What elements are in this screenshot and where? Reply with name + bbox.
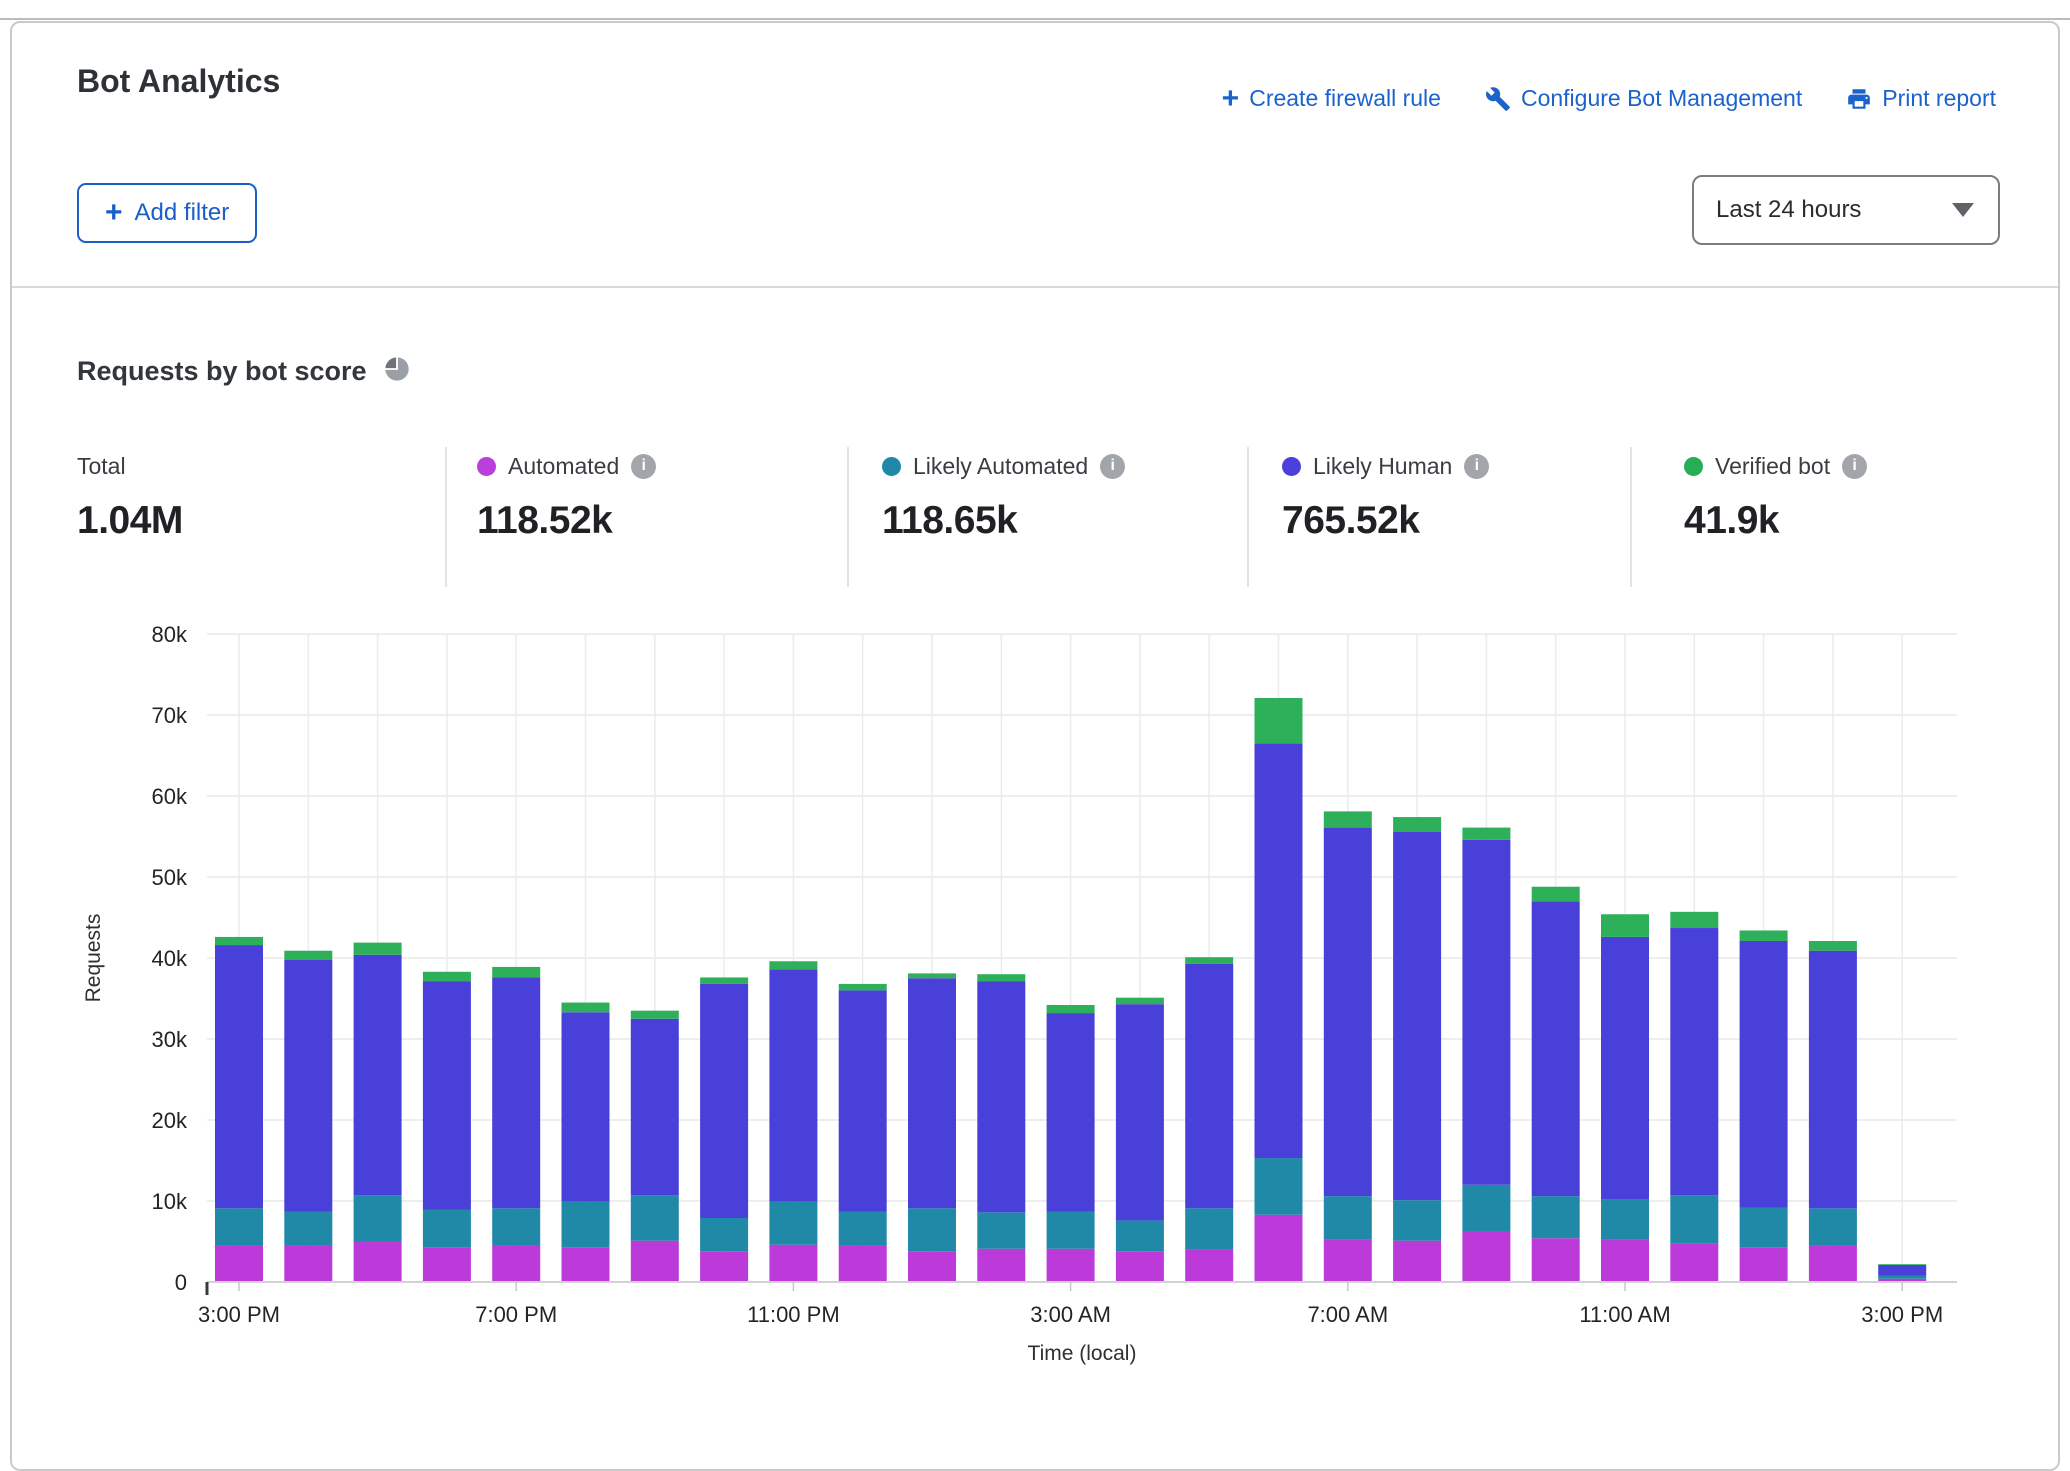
header-divider	[12, 286, 2058, 288]
bot-score-stacked-bar-chart: 0 10k 20k 30k 40k 50k 60k 70k 80k 3:00 PM 7:00 PM 1…	[62, 611, 2022, 1401]
info-icon[interactable]: i	[631, 454, 656, 479]
svg-text:40k: 40k	[152, 946, 188, 971]
plus-icon: +	[105, 202, 123, 224]
stat-divider	[847, 447, 849, 587]
info-icon[interactable]: i	[1100, 454, 1125, 479]
stat-automated-label: Automated	[508, 453, 619, 480]
requests-by-bot-score-chart: 0 10k 20k 30k 40k 50k 60k 70k 80k 3:00 PM 7:00 PM 1…	[62, 611, 2022, 1401]
svg-text:70k: 70k	[152, 703, 188, 728]
stat-divider	[1247, 447, 1249, 587]
time-range-value: Last 24 hours	[1716, 196, 1861, 224]
print-report-link[interactable]: Print report	[1846, 85, 1996, 112]
stat-total-value: 1.04M	[77, 499, 183, 543]
time-range-dropdown[interactable]: Last 24 hours	[1692, 175, 2000, 245]
stat-likely-human: Likely Human i 765.52k	[1282, 451, 1489, 543]
printer-icon	[1846, 86, 1872, 112]
svg-text:3:00 PM: 3:00 PM	[1861, 1302, 1943, 1327]
stat-verified-bot: Verified bot i 41.9k	[1684, 451, 1867, 543]
stat-likely-human-label: Likely Human	[1313, 453, 1452, 480]
stat-divider	[445, 447, 447, 587]
svg-text:11:00 PM: 11:00 PM	[747, 1302, 840, 1327]
plus-icon: +	[1222, 88, 1240, 110]
chart-title: Requests by bot score	[77, 356, 367, 387]
stat-automated: Automated i 118.52k	[477, 451, 656, 543]
svg-text:20k: 20k	[152, 1108, 188, 1133]
stat-likely-human-value: 765.52k	[1282, 499, 1489, 543]
stat-likely-automated: Likely Automated i 118.65k	[882, 451, 1125, 543]
svg-text:Requests: Requests	[82, 914, 105, 1003]
svg-text:Time (local): Time (local)	[1028, 1342, 1137, 1365]
stat-likely-automated-label: Likely Automated	[913, 453, 1088, 480]
svg-text:11:00 AM: 11:00 AM	[1579, 1302, 1670, 1327]
configure-bot-management-link[interactable]: Configure Bot Management	[1485, 85, 1802, 112]
create-firewall-rule-link[interactable]: + Create firewall rule	[1222, 85, 1441, 112]
configure-bot-management-label: Configure Bot Management	[1521, 85, 1802, 112]
info-icon[interactable]: i	[1464, 454, 1489, 479]
stat-total: Total 1.04M	[77, 451, 183, 543]
chevron-down-icon	[1952, 203, 1974, 217]
svg-text:60k: 60k	[152, 784, 188, 809]
stat-likely-automated-value: 118.65k	[882, 499, 1125, 543]
info-icon[interactable]: i	[1842, 454, 1867, 479]
section-heading: Requests by bot score	[77, 355, 411, 388]
automated-dot	[477, 457, 496, 476]
add-filter-label: Add filter	[135, 199, 230, 227]
stat-automated-value: 118.52k	[477, 499, 656, 543]
svg-text:3:00 PM: 3:00 PM	[198, 1302, 280, 1327]
wrench-icon	[1485, 86, 1511, 112]
print-report-label: Print report	[1882, 85, 1996, 112]
stat-divider	[1630, 447, 1632, 587]
svg-text:3:00 AM: 3:00 AM	[1030, 1302, 1111, 1327]
likely-automated-dot	[882, 457, 901, 476]
create-firewall-rule-label: Create firewall rule	[1249, 85, 1441, 112]
svg-text:30k: 30k	[152, 1027, 188, 1052]
svg-text:7:00 AM: 7:00 AM	[1307, 1302, 1388, 1327]
add-filter-button[interactable]: + Add filter	[77, 183, 257, 243]
bot-analytics-card: Bot Analytics + Create firewall rule Con…	[10, 21, 2060, 1471]
svg-text:0: 0	[175, 1270, 187, 1295]
svg-text:50k: 50k	[152, 865, 188, 890]
page-title: Bot Analytics	[77, 63, 280, 100]
svg-text:80k: 80k	[152, 622, 188, 647]
stat-verified-bot-value: 41.9k	[1684, 499, 1867, 543]
pie-chart-icon	[383, 355, 411, 388]
stat-verified-bot-label: Verified bot	[1715, 453, 1830, 480]
stats-row: Total 1.04M Automated i 118.52k Likely A…	[77, 451, 2007, 591]
svg-text:10k: 10k	[152, 1189, 188, 1214]
top-divider	[0, 18, 2070, 20]
stat-total-label: Total	[77, 453, 126, 480]
verified-bot-dot	[1684, 457, 1703, 476]
svg-text:7:00 PM: 7:00 PM	[475, 1302, 557, 1327]
header-actions: + Create firewall rule Configure Bot Man…	[1222, 85, 1996, 112]
likely-human-dot	[1282, 457, 1301, 476]
